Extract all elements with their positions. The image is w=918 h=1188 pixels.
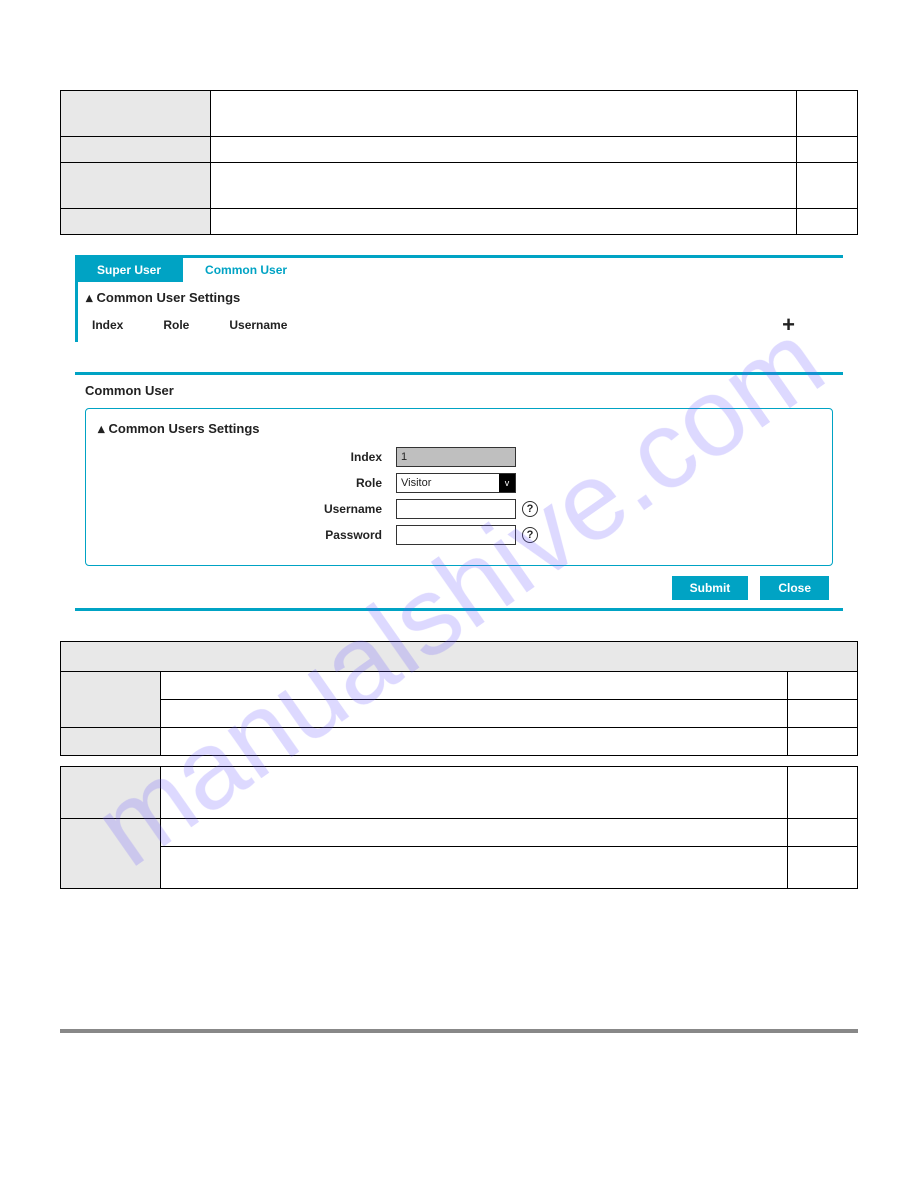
panel-header-common-user: Common User bbox=[75, 375, 843, 406]
add-icon[interactable]: + bbox=[782, 312, 795, 338]
username-input[interactable] bbox=[396, 499, 516, 519]
section-header-common-user-settings[interactable]: ▴ Common User Settings bbox=[84, 286, 843, 310]
lower-table-2 bbox=[60, 766, 858, 889]
close-button[interactable]: Close bbox=[760, 576, 829, 600]
help-icon[interactable]: ? bbox=[522, 501, 538, 517]
caret-up-icon: ▴ bbox=[98, 421, 105, 437]
label-username: Username bbox=[96, 502, 396, 516]
common-user-tabs-panel: Super User Common User ▴ Common User Sett… bbox=[75, 255, 843, 342]
top-empty-table bbox=[60, 90, 858, 235]
role-select[interactable]: Visitor v bbox=[396, 473, 516, 493]
section-title: Common User Settings bbox=[97, 290, 241, 305]
section-title: Common Users Settings bbox=[109, 421, 260, 436]
index-readonly: 1 bbox=[396, 447, 516, 467]
lower-table-1 bbox=[60, 641, 858, 756]
common-user-form-panel: Common User ▴ Common Users Settings Index… bbox=[75, 372, 843, 611]
tab-super-user[interactable]: Super User bbox=[75, 258, 183, 282]
help-icon[interactable]: ? bbox=[522, 527, 538, 543]
label-index: Index bbox=[96, 450, 396, 464]
col-index: Index bbox=[92, 318, 123, 332]
tab-common-user[interactable]: Common User bbox=[183, 258, 309, 282]
role-value: Visitor bbox=[401, 477, 431, 489]
label-password: Password bbox=[96, 528, 396, 542]
col-role: Role bbox=[163, 318, 189, 332]
col-username: Username bbox=[229, 318, 287, 332]
label-role: Role bbox=[96, 476, 396, 490]
footer-divider bbox=[60, 1029, 858, 1033]
chevron-down-icon: v bbox=[499, 474, 515, 492]
password-input[interactable] bbox=[396, 525, 516, 545]
section-header-common-users-settings[interactable]: ▴ Common Users Settings bbox=[96, 417, 822, 441]
caret-up-icon: ▴ bbox=[86, 290, 93, 306]
submit-button[interactable]: Submit bbox=[672, 576, 749, 600]
